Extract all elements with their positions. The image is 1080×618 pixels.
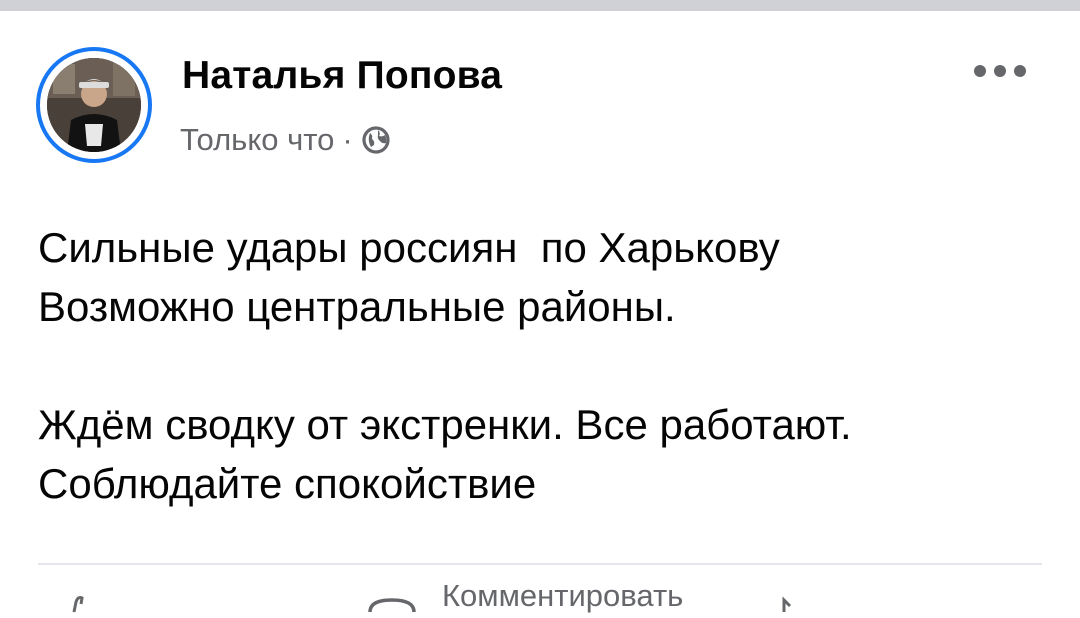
top-strip <box>0 0 1080 11</box>
comment-icon[interactable] <box>366 594 418 614</box>
globe-icon[interactable] <box>361 125 391 155</box>
post-text-line: Ждём сводку от экстренки. Все работают. <box>38 401 852 448</box>
more-dots-icon <box>994 65 1006 77</box>
post-text-line: Соблюдайте спокойствие <box>38 460 537 507</box>
action-bar: Комментировать <box>0 578 1080 618</box>
more-dots-icon <box>1014 65 1026 77</box>
post-text-line: Сильные удары россиян по Харькову <box>38 224 780 271</box>
more-dots-icon <box>974 65 986 77</box>
post-timestamp[interactable]: Только что <box>180 122 334 158</box>
comment-button[interactable]: Комментировать <box>442 578 683 614</box>
share-icon[interactable] <box>770 594 800 614</box>
avatar[interactable] <box>47 58 141 152</box>
post-text-line: Возможно центральные районы. <box>38 283 676 330</box>
more-options-button[interactable] <box>974 56 1026 86</box>
actions-divider <box>38 563 1042 565</box>
author-name[interactable]: Наталья Попова <box>182 50 502 102</box>
meta-separator: · <box>342 122 353 157</box>
post-meta: Только что · <box>180 118 391 162</box>
like-icon[interactable] <box>60 594 100 614</box>
avatar-photo <box>47 58 141 152</box>
post-text: Сильные удары россиян по Харькову Возмож… <box>38 218 1048 513</box>
